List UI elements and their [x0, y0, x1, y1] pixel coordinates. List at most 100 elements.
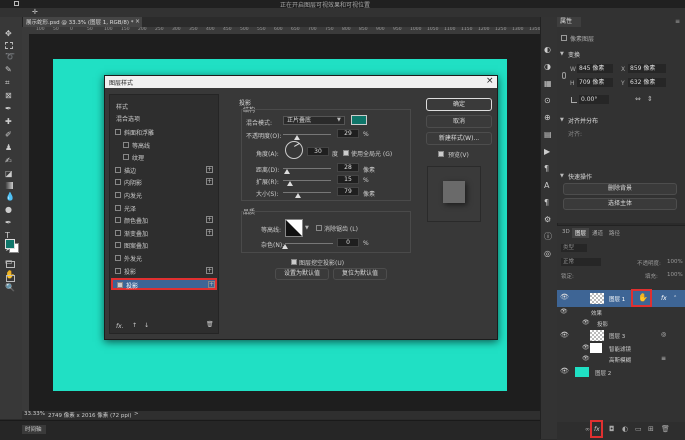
shadow-eye-icon[interactable]: 👁 — [582, 319, 590, 326]
marquee-icon[interactable] — [5, 42, 13, 49]
style-item-checkbox[interactable] — [115, 217, 121, 224]
angle-field[interactable]: 30 — [307, 147, 329, 156]
opacity-slider[interactable] — [283, 134, 331, 140]
layer2-eye-icon[interactable]: 👁 — [560, 367, 569, 375]
fill-value[interactable]: 100% — [667, 272, 683, 278]
layer-blend-mode[interactable]: 正常 — [561, 258, 601, 266]
style-item-row[interactable]: 内阴影 + — [111, 177, 217, 188]
smart-filter-eye-icon[interactable]: 👁 — [582, 344, 590, 351]
pen-icon[interactable]: ✒ — [5, 218, 15, 228]
healing-icon[interactable]: ✚ — [5, 117, 15, 127]
paragraph-icon[interactable]: ¶ — [544, 194, 552, 211]
new-group-icon[interactable]: ▭ — [635, 425, 642, 433]
layer-row-3[interactable]: 👁 图层 3 ◎ — [557, 329, 685, 342]
antialias-checkbox[interactable] — [316, 225, 322, 231]
drop-shadow-checkbox[interactable] — [117, 282, 123, 288]
history-icon[interactable]: ◐ — [544, 41, 552, 58]
noise-field[interactable]: 0 — [337, 238, 359, 247]
style-item-checkbox[interactable] — [115, 255, 121, 261]
style-item-row[interactable]: 等高线 — [111, 140, 217, 151]
frame-icon[interactable]: ⊠ — [5, 91, 15, 101]
reset-default-button[interactable]: 复位为默认值 — [333, 268, 387, 280]
brush-icon[interactable]: ✐ — [5, 130, 15, 140]
style-item-row[interactable]: 投影 + — [111, 266, 217, 277]
noise-thumb[interactable] — [282, 244, 288, 249]
style-item-row[interactable]: 纹理 — [111, 152, 217, 163]
transform-chevron-icon[interactable]: ▼ — [560, 51, 564, 57]
visibility-eye-icon[interactable]: 👁 — [560, 293, 569, 301]
stamp-icon[interactable]: ♟ — [5, 143, 15, 153]
remove-background-button[interactable]: 删除背景 — [563, 183, 677, 195]
style-item-checkbox[interactable] — [123, 141, 129, 148]
style-item-checkbox[interactable] — [115, 166, 121, 173]
layer-opacity-value[interactable]: 100% — [667, 259, 683, 265]
size-field[interactable]: 79 — [337, 187, 359, 196]
align-chevron-icon[interactable]: ▼ — [560, 117, 564, 123]
gaussian-blur-row[interactable]: 👁 高斯模糊 ≡ — [557, 354, 685, 365]
layers-tab-0[interactable]: 3D — [559, 228, 573, 236]
move-down-icon[interactable]: ↓ — [144, 322, 149, 329]
navigator-icon[interactable]: ◎ — [544, 245, 552, 262]
adjustments-icon[interactable]: ◑ — [544, 58, 552, 75]
blur-icon[interactable]: 💧 — [5, 192, 15, 202]
smart-filter-row[interactable]: 👁 智能滤镜 — [557, 342, 685, 354]
effect-row-shadow[interactable]: 👁 投影 — [557, 318, 685, 329]
noise-slider[interactable] — [282, 243, 333, 249]
y-field[interactable]: 632 像素 — [628, 78, 666, 87]
gaussian-blur-eye-icon[interactable]: 👁 — [582, 355, 590, 362]
layer-name-3[interactable]: 图层 3 — [609, 332, 625, 340]
style-item-add-icon[interactable]: + — [206, 266, 213, 274]
blend-options-label[interactable]: 混合选项 — [116, 114, 140, 123]
style-item-row[interactable]: 外发光 — [111, 253, 217, 264]
layer-name-2[interactable]: 图层 2 — [595, 369, 611, 377]
effect-row-effects[interactable]: 👁 效果 — [557, 307, 685, 318]
set-default-button[interactable]: 设置为默认值 — [275, 268, 329, 280]
quick-actions-chevron-icon[interactable]: ▼ — [560, 173, 564, 179]
contour-chevron-icon[interactable]: ▼ — [305, 225, 309, 231]
new-layer-icon[interactable]: ⊞ — [648, 425, 654, 433]
delete-effect-icon[interactable]: 🗑 — [206, 321, 214, 328]
style-item-add-icon[interactable]: + — [206, 228, 213, 236]
character-icon[interactable]: A — [544, 177, 552, 194]
brush-settings-icon[interactable]: ▤ — [544, 126, 552, 143]
opacity-field[interactable]: 29 — [337, 129, 359, 138]
zoom-level[interactable]: 33.33% — [24, 411, 45, 417]
spread-field[interactable]: 15 — [337, 175, 359, 184]
actions-icon[interactable]: ▶ — [544, 143, 552, 160]
adjustment-layer-icon[interactable]: ◐ — [622, 425, 628, 433]
paths-icon[interactable]: ⊕ — [544, 109, 552, 126]
style-item-row[interactable]: 内发光 — [111, 190, 217, 201]
drop-shadow-add-icon[interactable]: + — [208, 281, 215, 288]
gradient-icon[interactable] — [5, 182, 13, 189]
effects-eye-icon[interactable]: 👁 — [560, 308, 568, 315]
flip-vertical-icon[interactable]: ⇕ — [647, 95, 653, 103]
x-field[interactable]: 859 像素 — [628, 64, 666, 73]
zoom-icon[interactable]: 🔍 — [5, 283, 15, 293]
layers-tab-3[interactable]: 路径 — [606, 228, 623, 238]
layer-name-1[interactable]: 图层 1 — [609, 295, 625, 303]
h-field[interactable]: 709 像素 — [577, 78, 613, 87]
ok-button[interactable]: 确定 — [426, 98, 492, 111]
shadow-color-swatch[interactable] — [351, 115, 367, 125]
crop-icon[interactable]: ⌗ — [5, 78, 15, 88]
preview-checkbox[interactable] — [438, 151, 444, 157]
style-item-checkbox[interactable] — [115, 129, 121, 135]
style-item-row[interactable]: 渐变叠加 + — [111, 228, 217, 239]
glyphs-icon[interactable]: ¶ — [544, 160, 552, 177]
style-item-checkbox[interactable] — [115, 192, 121, 198]
properties-tab[interactable]: 属性 — [557, 17, 581, 27]
spread-thumb[interactable] — [287, 181, 294, 186]
filter-options-icon[interactable]: ≡ — [661, 355, 666, 362]
layer-row-1[interactable]: 👁 图层 1 ✋ fx ⌃ — [557, 289, 685, 307]
styles-icon[interactable]: ▦ — [544, 75, 552, 92]
style-item-row[interactable]: 颜色叠加 + — [111, 215, 217, 226]
tab-close-icon[interactable]: × — [135, 18, 140, 25]
global-light-checkbox[interactable] — [343, 150, 349, 156]
size-slider[interactable] — [283, 192, 331, 198]
timeline-tab[interactable]: 时间轴 — [22, 425, 46, 434]
dialog-close-icon[interactable]: × — [486, 76, 494, 86]
blend-mode-select[interactable]: 正片叠底 ▼ — [283, 116, 345, 125]
eraser-icon[interactable]: ◪ — [5, 169, 15, 179]
style-item-add-icon[interactable]: + — [206, 216, 213, 224]
style-item-row[interactable]: 光泽 — [111, 203, 217, 214]
